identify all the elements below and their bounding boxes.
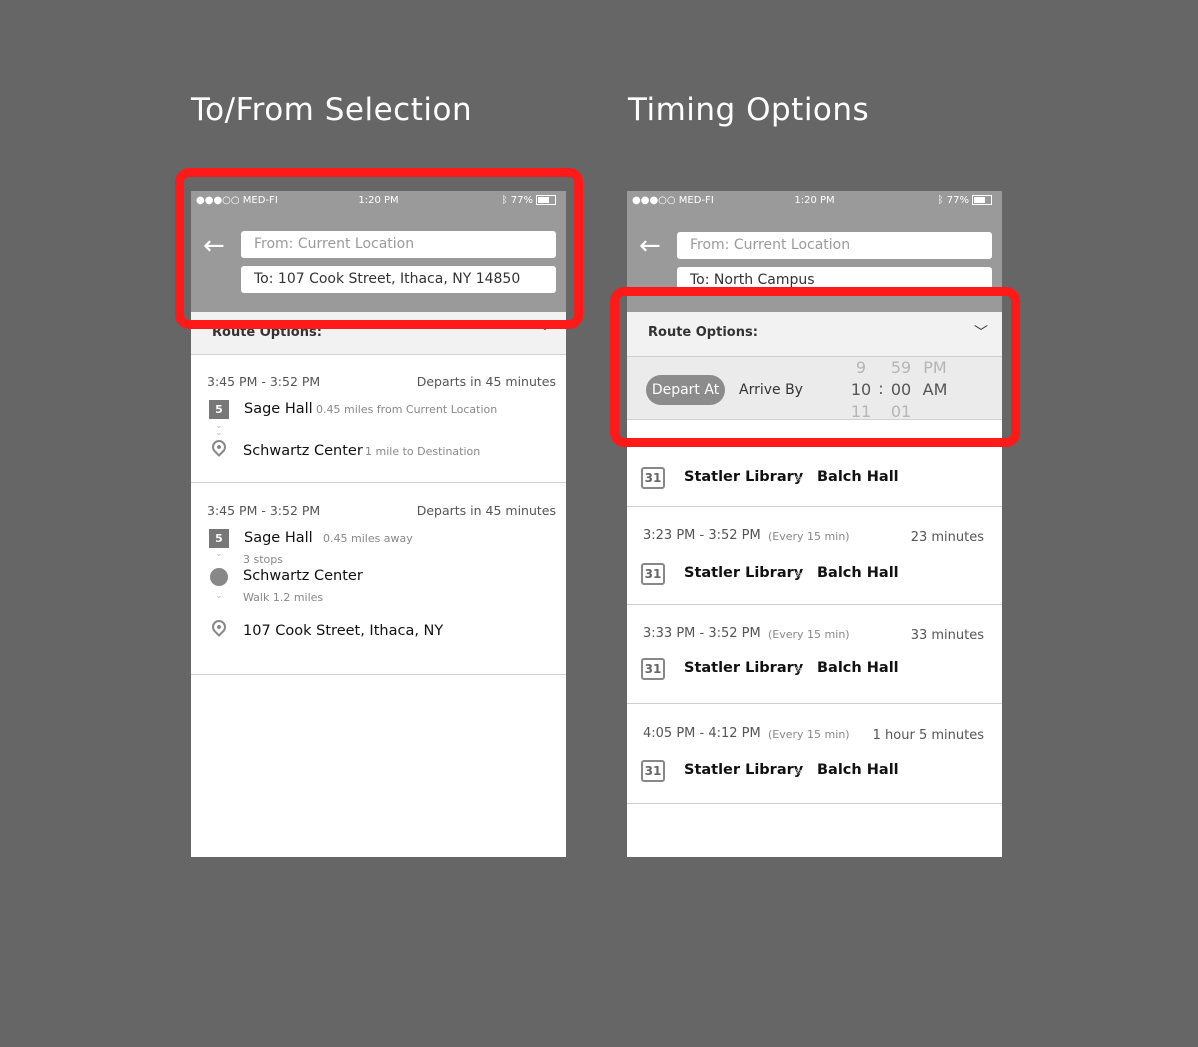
stop-note: 0.45 miles from Current Location xyxy=(316,403,498,416)
destination-name: 107 Cook Street, Ithaca, NY xyxy=(243,623,444,639)
route-card[interactable]: 3:45 PM - 3:52 PM Departs in 45 minutes … xyxy=(191,483,566,675)
location-pin-icon xyxy=(209,437,229,457)
frequency-label: (Every 15 min) xyxy=(768,628,850,641)
route-number-badge: 31 xyxy=(641,760,665,782)
chevron-down-icon: ⌄ ⌄ xyxy=(215,421,223,438)
stop-name: Schwartz Center xyxy=(243,443,363,459)
destination-stop: Balch Hall xyxy=(817,565,899,581)
route-number-badge: 5 xyxy=(209,529,229,548)
route-card[interactable]: 4:05 PM - 4:12 PM (Every 15 min) 1 hour … xyxy=(627,704,1002,804)
route-number-badge: 31 xyxy=(641,467,665,489)
origin-stop: Statler Library xyxy=(684,762,804,778)
battery-status: ᛒ 77% xyxy=(938,195,992,206)
double-chevron-right-icon: » xyxy=(795,764,803,778)
left-heading: To/From Selection xyxy=(191,92,473,128)
destination-stop: Balch Hall xyxy=(817,660,899,676)
right-heading: Timing Options xyxy=(628,92,870,128)
origin-stop: Statler Library xyxy=(684,469,804,485)
stop-name: Sage Hall xyxy=(244,530,313,546)
walk-note: Walk 1.2 miles xyxy=(243,591,324,604)
status-bar: ●●●○○ MED-FI 1:20 PM ᛒ 77% xyxy=(627,195,1002,209)
destination-stop: Balch Hall xyxy=(817,762,899,778)
stop-name: Schwartz Center xyxy=(243,568,363,584)
back-arrow-icon[interactable]: ← xyxy=(639,233,661,259)
time-range: 3:45 PM - 3:52 PM xyxy=(207,503,321,518)
transfer-dot-icon xyxy=(210,568,228,586)
time-range: 3:23 PM - 3:52 PM xyxy=(643,528,761,543)
departs-label: Departs in 45 minutes xyxy=(416,503,556,518)
time-range: 3:45 PM - 3:52 PM xyxy=(207,374,321,389)
time-range: 3:33 PM - 3:52 PM xyxy=(643,626,761,641)
route-number-badge: 31 xyxy=(641,563,665,585)
time-range: 4:05 PM - 4:12 PM xyxy=(643,726,761,741)
double-chevron-right-icon: » xyxy=(795,471,803,485)
highlight-box-timing xyxy=(610,287,1020,447)
origin-stop: Statler Library xyxy=(684,660,804,676)
route-number-badge: 31 xyxy=(641,658,665,680)
frequency-label: (Every 15 min) xyxy=(768,530,850,543)
destination-stop: Balch Hall xyxy=(817,469,899,485)
duration-label: 23 minutes xyxy=(910,530,984,545)
route-card[interactable]: 3:33 PM - 3:52 PM (Every 15 min) 33 minu… xyxy=(627,605,1002,704)
location-pin-icon xyxy=(209,617,229,637)
stop-name: Sage Hall xyxy=(244,401,313,417)
frequency-label: (Every 15 min) xyxy=(768,728,850,741)
route-card[interactable]: 3:45 PM - 3:52 PM Departs in 45 minutes … xyxy=(191,355,566,483)
chevron-down-icon: ⌄ xyxy=(215,591,223,601)
duration-label: 1 hour 5 minutes xyxy=(872,728,984,743)
duration-label: 33 minutes xyxy=(910,628,984,643)
departs-label: Departs in 45 minutes xyxy=(416,374,556,389)
stop-note: 1 mile to Destination xyxy=(365,445,481,458)
battery-percent: 77% xyxy=(946,195,969,206)
chevron-down-icon: ⌄ xyxy=(215,549,223,559)
double-chevron-right-icon: » xyxy=(795,567,803,581)
battery-icon xyxy=(972,195,992,205)
from-field[interactable]: From: Current Location xyxy=(677,232,992,259)
highlight-box-tofrom xyxy=(175,168,583,329)
bluetooth-icon: ᛒ xyxy=(937,195,944,206)
double-chevron-right-icon: » xyxy=(795,662,803,676)
route-number-badge: 5 xyxy=(209,400,229,419)
route-card[interactable]: 3:23 PM - 3:52 PM (Every 15 min) 23 minu… xyxy=(627,507,1002,605)
stop-note: 0.45 miles away xyxy=(323,532,413,545)
origin-stop: Statler Library xyxy=(684,565,804,581)
stops-count: 3 stops xyxy=(243,553,283,566)
